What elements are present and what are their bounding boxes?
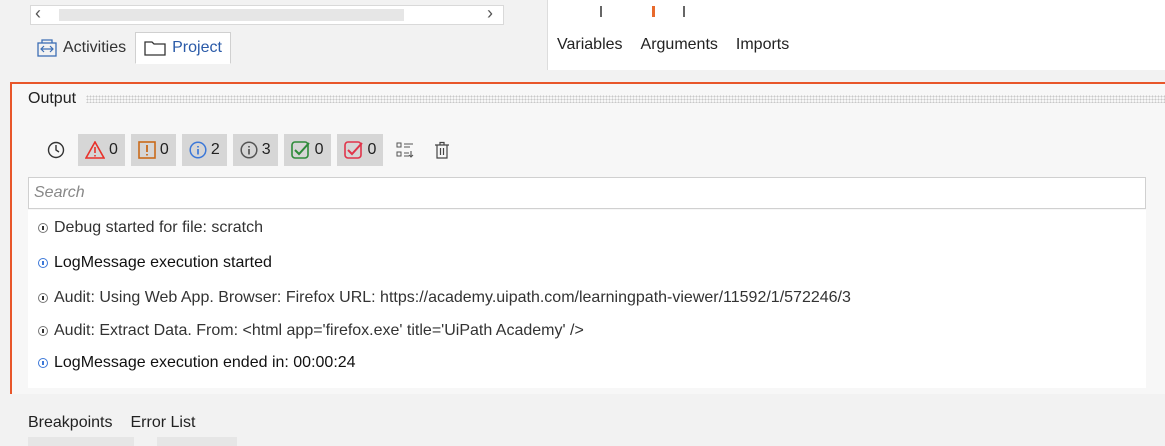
filter-trace[interactable]: 3: [232, 134, 278, 166]
trace-icon: [240, 141, 258, 159]
info-icon: [189, 141, 207, 159]
panel-tabs: Activities Project: [28, 32, 231, 66]
tab-project[interactable]: Project: [135, 32, 231, 64]
log-entry[interactable]: Audit: Using Web App. Browser: Firefox U…: [38, 289, 851, 307]
check-failed-icon: [343, 141, 363, 159]
log-text: LogMessage execution ended in: 00:00:24: [54, 354, 356, 371]
log-entry[interactable]: Audit: Extract Data. From: <html app='fi…: [38, 322, 584, 340]
tab-activities-label: Activities: [63, 39, 127, 56]
activities-icon: [37, 39, 57, 57]
output-search-input[interactable]: Search: [28, 177, 1146, 209]
tab-breakpoints[interactable]: Breakpoints: [28, 414, 113, 432]
trace-icon: [38, 326, 48, 336]
clock-icon: [47, 141, 65, 159]
log-text: Debug started for file: scratch: [54, 219, 263, 236]
warning-icon: [138, 141, 156, 159]
success-count: 0: [314, 141, 324, 158]
info-icon: [38, 358, 48, 368]
search-placeholder: Search: [34, 184, 85, 201]
tab-variables[interactable]: Variables: [548, 36, 632, 54]
info-icon: [38, 258, 48, 268]
horizontal-scrollbar[interactable]: ‹ ›: [30, 3, 504, 25]
bottom-panel-tabs: Breakpoints Error List: [28, 414, 195, 432]
collapse-all-button[interactable]: [389, 134, 421, 166]
info-count: 2: [210, 141, 220, 158]
designer-panel: Variables Arguments Imports: [547, 0, 1165, 70]
log-entry[interactable]: LogMessage execution started: [38, 254, 272, 272]
check-success-icon: [290, 141, 310, 159]
trace-count: 3: [261, 141, 271, 158]
tab-imports[interactable]: Imports: [727, 36, 798, 54]
filter-success[interactable]: 0: [283, 134, 331, 166]
log-text: Audit: Extract Data. From: <html app='fi…: [54, 322, 584, 339]
trace-icon: [38, 223, 48, 233]
breakpoints-tab-strip: [28, 437, 134, 446]
drag-handle[interactable]: [86, 95, 1165, 103]
scroll-left-icon[interactable]: ‹: [35, 3, 41, 24]
filter-failed[interactable]: 0: [336, 134, 384, 166]
clear-all-button[interactable]: [427, 134, 457, 166]
scroll-right-icon[interactable]: ›: [487, 3, 493, 24]
log-entry[interactable]: LogMessage execution ended in: 00:00:24: [38, 354, 356, 372]
tab-error-list[interactable]: Error List: [131, 414, 196, 432]
tab-arguments[interactable]: Arguments: [632, 36, 727, 54]
filter-errors[interactable]: 0: [78, 134, 125, 166]
error-triangle-icon: [85, 141, 105, 159]
output-log-list: Debug started for file: scratch LogMessa…: [28, 210, 1146, 388]
tab-activities[interactable]: Activities: [28, 32, 135, 64]
errors-count: 0: [109, 141, 118, 158]
log-entry[interactable]: Debug started for file: scratch: [38, 219, 263, 237]
failed-count: 0: [367, 141, 377, 158]
trash-icon: [435, 141, 450, 159]
warnings-count: 0: [159, 141, 169, 158]
tab-project-label: Project: [172, 39, 222, 56]
list-collapse-icon: [396, 142, 414, 158]
output-title: Output: [28, 90, 77, 107]
output-header[interactable]: Output: [28, 86, 1165, 112]
trace-icon: [38, 293, 48, 303]
designer-bottom-tabs: Variables Arguments Imports: [548, 36, 798, 54]
filter-warnings[interactable]: 0: [130, 134, 176, 166]
output-toolbar: 0 0 2 3 0 0: [40, 132, 457, 168]
scrollbar-thumb[interactable]: [59, 9, 404, 21]
filter-info[interactable]: 2: [181, 134, 227, 166]
timestamp-toggle[interactable]: [40, 134, 72, 166]
designer-canvas-edge: [600, 6, 700, 18]
error-list-tab-strip: [157, 437, 237, 446]
folder-icon: [144, 41, 166, 56]
log-text: Audit: Using Web App. Browser: Firefox U…: [54, 289, 851, 306]
log-text: LogMessage execution started: [54, 254, 272, 271]
